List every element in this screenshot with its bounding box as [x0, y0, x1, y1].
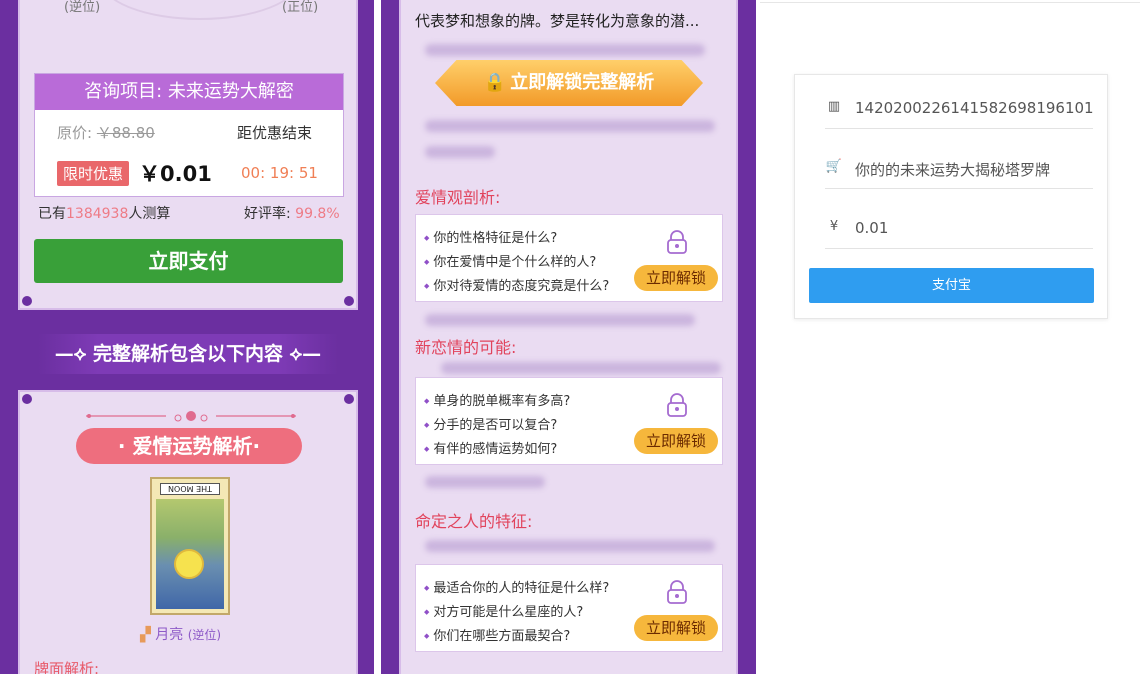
seal-right-label: (正位)	[282, 0, 319, 15]
stats-suffix: 人测算	[128, 206, 171, 222]
payment-card: ▥ 14202002261415826981961​01 🛒 你的的未来运势大揭…	[794, 74, 1108, 319]
section-title: —⟡ 完整解析包含以下内容 ⟡—	[38, 334, 338, 374]
sale-badge: 限时优惠	[57, 161, 130, 186]
product-field: 🛒 你的的未来运势大揭秘塔罗牌	[825, 151, 1093, 189]
unlock-button[interactable]: 立即解锁	[634, 428, 718, 454]
card-caption-icon: ▞	[140, 627, 151, 643]
stats-count: 1384938	[66, 206, 129, 222]
tarot-seal	[100, 0, 300, 20]
question-item: 分手的是否可以复合?	[424, 414, 557, 433]
blurred-text	[425, 476, 545, 488]
love-fortune-area: · 爱情运势解析· THE MOON ▞ 月亮 (逆位) 牌面解析:	[18, 390, 358, 674]
question-item: 最适合你的人的特征是什么样?	[424, 577, 609, 596]
question-item: 你的性格特征是什么?	[424, 227, 557, 246]
love-fortune-banner: · 爱情运势解析·	[76, 428, 302, 464]
unlock-button[interactable]: 立即解锁	[634, 615, 718, 641]
left-panel: (逆位) (正位) 咨询项目: 未来运势大解密 原价: ￥88.80 距优惠结束…	[0, 0, 374, 674]
yuan-icon: ¥	[829, 219, 839, 234]
blurred-text	[425, 314, 695, 326]
question-box: 最适合你的人的特征是什么样? 对方可能是什么星座的人? 你们在哪些方面最契合? …	[415, 564, 723, 652]
alipay-button[interactable]: 支付宝	[809, 268, 1094, 303]
section-heading: 爱情观剖析:	[415, 188, 501, 207]
blurred-text	[441, 362, 721, 374]
card-caption: ▞ 月亮 (逆位)	[140, 624, 221, 644]
countdown-timer: 00: 19: 51	[241, 164, 318, 182]
original-price-label: 原价:	[57, 124, 93, 142]
lock-icon	[667, 393, 687, 417]
blurred-text	[425, 44, 705, 56]
amount-field: ¥ 0.01	[825, 211, 1093, 249]
section-heading: 命定之人的特征:	[415, 512, 533, 531]
original-price: 原价: ￥88.80	[57, 122, 155, 143]
product-name: 你的的未来运势大揭秘塔罗牌	[855, 161, 1051, 179]
corner-dot	[22, 296, 32, 306]
unlock-full-label: 立即解锁完整解析	[510, 72, 655, 93]
question-item: 有伴的感情运势如何?	[424, 438, 557, 457]
analysis-area: 代表梦和想象的牌。梦是转化为意象的潜... 🔒立即解锁完整解析 爱情观剖析: 你…	[399, 0, 738, 674]
pay-now-button[interactable]: 立即支付	[34, 239, 343, 283]
intro-text: 代表梦和想象的牌。梦是转化为意象的潜...	[415, 12, 700, 30]
question-item: 对方可能是什么星座的人?	[424, 601, 583, 620]
seal-left-label: (逆位)	[64, 0, 101, 15]
card-label: THE MOON	[160, 483, 220, 495]
blurred-text	[425, 540, 715, 552]
question-item: 单身的脱单概率有多高?	[424, 390, 570, 409]
rating-value: 99.8%	[295, 206, 340, 222]
question-item: 你在爱情中是个什么样的人?	[424, 251, 596, 270]
consult-title: 咨询项目: 未来运势大解密	[35, 74, 343, 110]
corner-dot	[22, 394, 32, 404]
discount-end-label: 距优惠结束	[237, 124, 313, 142]
diamond-ornament-icon: —⟡	[54, 343, 93, 365]
flourish-ornament-icon	[86, 411, 296, 422]
lock-icon	[667, 230, 687, 254]
barcode-icon: ▥	[827, 99, 841, 114]
diamond-ornament-icon: ⟡—	[283, 343, 322, 365]
card-name: 月亮	[155, 627, 184, 643]
question-item: 你们在哪些方面最契合?	[424, 625, 570, 644]
cart-icon: 🛒	[825, 159, 843, 174]
consult-box: 咨询项目: 未来运势大解密 原价: ￥88.80 距优惠结束 限时优惠 ￥0.0…	[34, 73, 344, 197]
amount: 0.01	[855, 219, 889, 237]
corner-dot	[344, 296, 354, 306]
rating: 好评率: 99.8%	[244, 203, 340, 223]
question-box: 你的性格特征是什么? 你在爱情中是个什么样的人? 你对待爱情的态度究竟是什么? …	[415, 214, 723, 302]
right-panel: ▥ 14202002261415826981961​01 🛒 你的的未来运势大揭…	[760, 0, 1140, 674]
divider	[760, 2, 1140, 3]
blurred-text	[425, 146, 495, 158]
card-orientation: (逆位)	[187, 628, 222, 642]
question-box: 单身的脱单概率有多高? 分手的是否可以复合? 有伴的感情运势如何? 立即解锁	[415, 377, 723, 465]
blurred-text	[425, 120, 715, 132]
lock-icon: 🔒	[483, 72, 507, 93]
tarot-card-image: THE MOON	[150, 477, 230, 615]
sale-price: ￥0.01	[139, 162, 212, 186]
section-title-text: 完整解析包含以下内容	[92, 343, 283, 365]
stats-prefix: 已有	[38, 206, 66, 222]
card-face-heading: 牌面解析:	[34, 660, 100, 674]
rating-label: 好评率:	[244, 206, 291, 222]
moon-icon	[174, 549, 204, 579]
order-number: 14202002261415826981961​01	[855, 99, 1094, 117]
lock-icon	[667, 580, 687, 604]
middle-panel: 代表梦和想象的牌。梦是转化为意象的潜... 🔒立即解锁完整解析 爱情观剖析: 你…	[381, 0, 756, 674]
section-heading: 新恋情的可能:	[415, 338, 517, 357]
question-item: 你对待爱情的态度究竟是什么?	[424, 275, 609, 294]
unlock-button[interactable]: 立即解锁	[634, 265, 718, 291]
corner-dot	[344, 394, 354, 404]
unlock-full-button[interactable]: 🔒 立即解锁完整解析	[435, 60, 703, 106]
original-price-value: ￥88.80	[96, 124, 155, 142]
test-count: 已有1384938人测算	[38, 203, 170, 223]
order-number-field: ▥ 14202002261415826981961​01	[825, 91, 1094, 129]
